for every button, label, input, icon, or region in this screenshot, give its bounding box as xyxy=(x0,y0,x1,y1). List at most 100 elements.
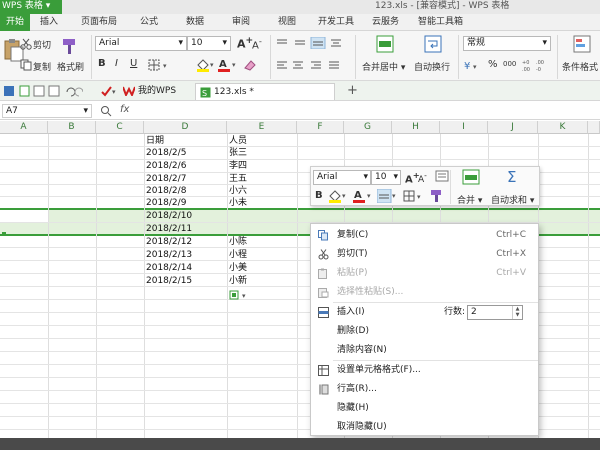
align-top-icon[interactable] xyxy=(275,36,355,52)
cell-person[interactable]: 张三 xyxy=(229,147,247,159)
cell-date[interactable]: 2018/2/6 xyxy=(146,160,186,172)
mini-format-painter-icon[interactable] xyxy=(429,189,443,206)
mini-align-icon[interactable]: ▾ xyxy=(376,188,399,206)
italic-button[interactable]: I xyxy=(115,58,118,69)
cell-date[interactable]: 2018/2/11 xyxy=(146,223,192,235)
spinner-icon[interactable]: ▲ ▼ xyxy=(512,306,522,319)
menu-item-unhide[interactable]: 取消隐藏(U) xyxy=(311,418,540,437)
tab-data[interactable]: 数据 xyxy=(186,14,204,31)
mini-font-name-select[interactable]: Arial ▾ xyxy=(313,170,371,185)
conditional-format-button[interactable]: 条件格式 xyxy=(562,60,598,73)
cell-date[interactable]: 2018/2/10 xyxy=(146,210,192,222)
font-color-icon[interactable]: A ▾ xyxy=(218,58,238,75)
format-painter-button[interactable]: 格式刷 xyxy=(57,60,84,73)
tab-formulas[interactable]: 公式 xyxy=(140,14,158,31)
cell-person[interactable]: 小程 xyxy=(229,249,247,261)
cut-button[interactable]: 剪切 xyxy=(33,38,51,51)
tab-cloud[interactable]: 云服务 xyxy=(372,14,399,31)
percent-button[interactable]: % xyxy=(488,59,498,70)
tab-developer[interactable]: 开发工具 xyxy=(318,14,354,31)
col-header-e[interactable]: E xyxy=(227,121,297,134)
mini-bold-button[interactable]: B xyxy=(315,190,323,201)
tab-insert[interactable]: 插入 xyxy=(40,14,58,31)
selected-row-10[interactable] xyxy=(0,209,600,222)
tab-smart-tools[interactable]: 智能工具箱 xyxy=(418,14,463,31)
cell-date[interactable]: 2018/2/5 xyxy=(146,147,186,159)
tab-home[interactable]: 开始 xyxy=(0,14,31,31)
grow-font-button[interactable]: A+ xyxy=(237,35,253,51)
cell-date[interactable]: 2018/2/9 xyxy=(146,197,186,209)
col-header-g[interactable]: G xyxy=(344,121,392,134)
number-format-select[interactable]: 常规 ▾ xyxy=(463,36,551,51)
zoom-icon[interactable] xyxy=(100,105,112,120)
col-header-b[interactable]: B xyxy=(48,121,96,134)
mini-merge-icon[interactable] xyxy=(462,169,480,188)
cell-header-date[interactable]: 日期 xyxy=(146,135,164,147)
mini-autosum-button[interactable]: 自动求和 ▾ xyxy=(491,193,534,206)
cell-person[interactable]: 小六 xyxy=(229,185,247,197)
menu-item-copy[interactable]: 复制(C) Ctrl+C xyxy=(311,226,540,245)
cell-date[interactable]: 2018/2/15 xyxy=(146,275,192,287)
cell-date[interactable]: 2018/2/14 xyxy=(146,262,192,274)
tab-review[interactable]: 审阅 xyxy=(232,14,250,31)
conditional-format-icon[interactable] xyxy=(573,35,591,56)
font-name-select[interactable]: Arial ▾ xyxy=(95,36,187,51)
cell-person[interactable]: 李四 xyxy=(229,160,247,172)
active-cell-a7[interactable] xyxy=(0,209,48,222)
menu-item-paste[interactable]: 粘贴(P) Ctrl+V xyxy=(311,264,540,283)
doc-tab-my-wps[interactable]: 我的WPS xyxy=(120,83,176,100)
customize-icon[interactable]: ▾ xyxy=(100,84,118,101)
clear-format-icon[interactable] xyxy=(243,58,257,75)
cell-person[interactable]: 小陈 xyxy=(229,236,247,248)
add-tab-button[interactable]: + xyxy=(347,83,358,98)
fill-handle[interactable] xyxy=(2,232,6,236)
tab-view[interactable]: 视图 xyxy=(278,14,296,31)
underline-button[interactable]: U xyxy=(130,58,137,69)
col-header-c[interactable]: C xyxy=(96,121,144,134)
shrink-font-button[interactable]: A- xyxy=(252,36,262,51)
cell-date[interactable]: 2018/2/12 xyxy=(146,236,192,248)
mini-border-icon[interactable]: ▾ xyxy=(403,189,425,206)
cell-person[interactable]: 小美 xyxy=(229,262,247,274)
menu-item-hide[interactable]: 隐藏(H) xyxy=(311,399,540,418)
mini-merge-button[interactable]: 合并 ▾ xyxy=(457,193,482,206)
fx-button[interactable]: fx xyxy=(120,104,129,115)
cell-person[interactable]: 小新 xyxy=(229,275,247,287)
font-size-select[interactable]: 10 ▾ xyxy=(187,36,231,51)
menu-item-insert[interactable]: 插入(I) 行数: 2 ▲ ▼ xyxy=(311,303,540,322)
mini-font-color-icon[interactable]: A ▾ xyxy=(353,189,375,206)
cell-header-person[interactable]: 人员 xyxy=(229,135,247,147)
auto-fill-options-icon[interactable]: ▾ xyxy=(229,290,253,303)
cell-person[interactable]: 小未 xyxy=(229,197,247,209)
tab-page-layout[interactable]: 页面布局 xyxy=(81,14,117,31)
menu-item-format-cells[interactable]: 设置单元格格式(F)... xyxy=(311,361,540,380)
menu-item-paste-special[interactable]: 选择性粘贴(S)... xyxy=(311,283,540,302)
cell-date[interactable]: 2018/2/8 xyxy=(146,185,186,197)
wrap-text-icon[interactable] xyxy=(424,35,442,56)
cell-date[interactable]: 2018/2/7 xyxy=(146,173,186,185)
border-icon[interactable]: ▾ xyxy=(148,59,174,74)
app-menu-button[interactable]: WPS 表格 ▾ xyxy=(0,0,62,14)
align-left-icon[interactable] xyxy=(275,59,355,74)
merge-center-icon[interactable] xyxy=(376,35,394,56)
col-header-j[interactable]: J xyxy=(488,121,538,134)
col-header-a[interactable]: A xyxy=(0,121,48,134)
bold-button[interactable]: B xyxy=(98,58,106,69)
decimal-icon[interactable]: +0.00.00 -0 xyxy=(522,58,552,75)
col-header-d[interactable]: D xyxy=(144,121,227,134)
menu-item-clear-contents[interactable]: 清除内容(N) xyxy=(311,341,540,360)
col-header-f[interactable]: F xyxy=(297,121,344,134)
mini-fill-color-icon[interactable]: ▾ xyxy=(328,189,350,206)
copy-button[interactable]: 复制 xyxy=(33,60,51,73)
col-header-k[interactable]: K xyxy=(538,121,588,134)
wrap-text-button[interactable]: 自动换行 xyxy=(414,60,450,73)
thousands-button[interactable]: 000 xyxy=(503,60,516,68)
cell-date[interactable]: 2018/2/13 xyxy=(146,249,192,261)
currency-icon[interactable]: ¥ ▾ xyxy=(463,59,483,74)
menu-item-cut[interactable]: 剪切(T) Ctrl+X xyxy=(311,245,540,264)
row-count-input[interactable]: 2 ▲ ▼ xyxy=(467,305,523,320)
menu-item-delete[interactable]: 删除(D) xyxy=(311,322,540,341)
save-icon[interactable] xyxy=(3,85,84,100)
col-header-i[interactable]: I xyxy=(440,121,488,134)
mini-format-icon[interactable] xyxy=(435,170,449,185)
